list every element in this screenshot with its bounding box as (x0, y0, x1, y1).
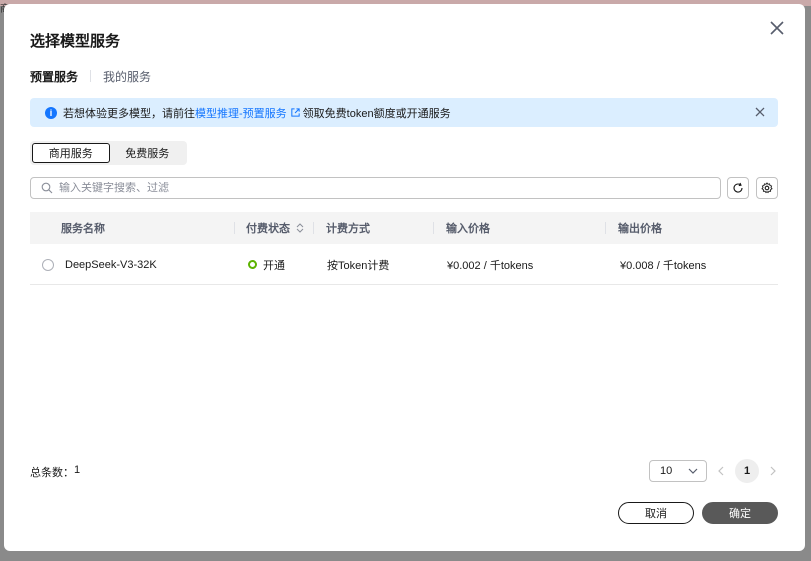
alert-close-icon[interactable] (754, 106, 766, 118)
column-header-output-price: 输出价格 (618, 223, 662, 235)
refresh-icon (733, 182, 743, 193)
column-divider (313, 222, 314, 234)
next-page-icon[interactable] (767, 465, 779, 477)
column-divider (605, 222, 606, 234)
segment-commercial[interactable]: 商用服务 (32, 143, 110, 163)
cancel-button[interactable]: 取消 (618, 502, 694, 524)
gear-icon (761, 182, 773, 194)
column-header-name: 服务名称 (61, 223, 105, 235)
tab-divider (90, 70, 92, 82)
total-value: 1 (74, 464, 81, 476)
total-label: 总条数： (30, 467, 74, 479)
table-row[interactable]: DeepSeek-V3-32K 开通 按Token计费 ¥0.002 / 千to… (30, 244, 778, 285)
status-text: 开通 (263, 259, 285, 272)
alert-text-after: 领取免费token额度或开通服务 (302, 107, 451, 120)
search-icon (41, 182, 53, 194)
search-box (30, 177, 721, 199)
page-number-current[interactable]: 1 (735, 459, 759, 483)
column-header-input-price: 输入价格 (446, 223, 490, 235)
column-divider (234, 222, 235, 234)
service-table: 服务名称 付费状态 计费方式 输入价格 输出价格 DeepSeek-V3-32K… (30, 212, 778, 285)
model-service-dialog: 选择模型服务 预置服务 我的服务 i 若想体验更多模型，请前往 模型推理-预置服… (4, 4, 805, 551)
info-alert: i 若想体验更多模型，请前往 模型推理-预置服务 领取免费token额度或开通服… (30, 98, 778, 127)
search-input[interactable] (59, 182, 659, 194)
service-tabs: 预置服务 我的服务 (30, 67, 151, 85)
column-divider (433, 222, 434, 234)
segment-free[interactable]: 免费服务 (110, 143, 186, 163)
column-header-status: 付费状态 (246, 212, 305, 244)
alert-link[interactable]: 模型推理-预置服务 (195, 105, 287, 121)
alert-text-before: 若想体验更多模型，请前往 (63, 107, 195, 120)
chevron-down-icon (688, 468, 698, 474)
column-header-billing: 计费方式 (326, 223, 370, 235)
input-price: ¥0.002 / 千tokens (447, 259, 534, 272)
pagination: 10 1 (649, 459, 787, 483)
prev-page-icon[interactable] (715, 465, 727, 477)
table-header: 服务名称 付费状态 计费方式 输入价格 输出价格 (30, 212, 778, 244)
refresh-button[interactable] (727, 177, 749, 199)
page-size-value: 10 (660, 465, 673, 477)
external-link-icon[interactable] (290, 107, 301, 118)
status-cell: 开通 (248, 244, 285, 285)
service-type-switch: 商用服务 免费服务 (30, 141, 187, 165)
confirm-button[interactable]: 确定 (702, 502, 778, 524)
close-icon[interactable] (767, 18, 787, 38)
status-dot-icon (248, 260, 257, 269)
tab-my-services[interactable]: 我的服务 (103, 68, 151, 85)
output-price: ¥0.008 / 千tokens (620, 259, 707, 272)
tab-preset-services[interactable]: 预置服务 (30, 68, 78, 85)
info-icon: i (45, 106, 57, 119)
settings-button[interactable] (756, 177, 778, 199)
billing-method: 按Token计费 (327, 259, 390, 272)
row-radio[interactable] (42, 259, 54, 271)
dialog-title: 选择模型服务 (30, 33, 121, 50)
service-name: DeepSeek-V3-32K (65, 258, 157, 271)
page-size-select[interactable]: 10 (649, 460, 707, 482)
total-count: 总条数： 1 (30, 464, 80, 480)
column-header-status-label: 付费状态 (246, 223, 290, 235)
sort-icon[interactable] (295, 223, 305, 233)
